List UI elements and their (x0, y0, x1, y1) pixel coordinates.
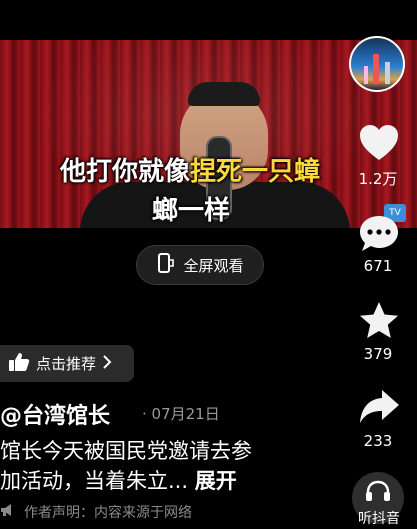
recommend-label: 点击推荐 (36, 355, 97, 373)
author-name[interactable]: @台湾馆长 (0, 398, 110, 430)
fullscreen-label: 全屏观看 (183, 256, 244, 275)
video-caption-line-1: 他打你就像捏死一只蟑 (60, 157, 320, 187)
favorite-button[interactable] (357, 299, 401, 343)
heart-icon (360, 125, 398, 160)
description-text: 加活动，当着朱立... (0, 469, 189, 493)
comment-count: 671 (363, 257, 393, 275)
post-description-line-2: 加活动，当着朱立... 展开 (0, 466, 320, 496)
fullscreen-button[interactable]: 全屏观看 (136, 245, 264, 285)
author-notice: 作者声明：内容来源于网络 (0, 502, 192, 522)
caption-highlight-text: 捏死一只蟑 (190, 157, 321, 187)
chevron-right-icon (102, 354, 112, 373)
like-button[interactable] (357, 121, 401, 165)
caption-white-text: 他打你就像 (60, 157, 191, 187)
post-description-line-1: 馆长今天被国民党邀请去参 (0, 439, 252, 463)
like-count: 1.2万 (358, 170, 398, 188)
recommend-button[interactable]: 点击推荐 (0, 345, 134, 382)
share-arrow-icon (360, 390, 399, 423)
video-person-hair (188, 82, 260, 106)
star-icon (360, 302, 398, 338)
post-date: · 07月21日 (142, 405, 220, 423)
expand-link[interactable]: 展开 (195, 469, 237, 493)
thumbs-up-icon (8, 352, 30, 376)
favorite-count: 379 (363, 345, 393, 363)
share-count: 233 (363, 432, 393, 450)
comment-button[interactable] (357, 212, 401, 256)
caption-white-text-2: 螂一样 (152, 196, 231, 226)
author-avatar[interactable] (349, 36, 405, 92)
video-caption-line-2: 螂一样 (152, 196, 230, 226)
listen-label: 听抖音 (358, 511, 400, 527)
megaphone-icon (0, 503, 16, 521)
share-button[interactable] (357, 385, 401, 429)
headphones-icon (366, 480, 390, 501)
notice-text: 作者声明：内容来源于网络 (24, 505, 192, 521)
comment-bubble-icon (360, 216, 398, 251)
fullscreen-phone-icon (156, 253, 175, 277)
